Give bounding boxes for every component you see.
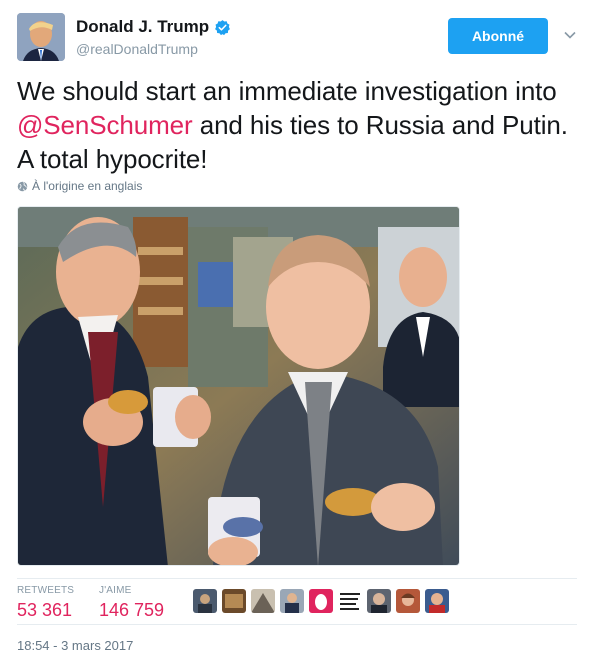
author-handle[interactable]: @realDonaldTrump [76,41,231,57]
divider [17,624,577,625]
follow-button[interactable]: Abonné [448,18,548,54]
translation-note[interactable]: À l'origine en anglais [17,179,142,193]
chevron-down-icon[interactable] [563,28,577,42]
tweet-text-part: We should start an immediate investigati… [17,76,557,106]
liker-avatar[interactable] [425,589,449,613]
author-avatar[interactable] [17,13,65,61]
retweets-stat[interactable]: RETWEETS 53 361 [17,585,74,621]
photo-image [18,207,459,565]
liker-avatar[interactable] [251,589,275,613]
likes-stat[interactable]: J'AIME 146 759 [99,585,164,621]
liker-avatar[interactable] [222,589,246,613]
liker-avatar[interactable] [338,589,362,613]
translation-note-text: À l'origine en anglais [32,179,143,193]
liker-avatars [193,589,454,613]
divider [17,578,577,579]
likes-label: J'AIME [99,585,132,596]
likes-count: 146 759 [99,600,165,620]
liker-avatar[interactable] [367,589,391,613]
tweet-timestamp[interactable]: 18:54 - 3 mars 2017 [17,638,133,653]
retweets-label: RETWEETS [17,585,75,596]
tweet-text: We should start an immediate investigati… [17,74,582,176]
liker-avatar[interactable] [396,589,420,613]
liker-avatar[interactable] [280,589,304,613]
author-names: Donald J. Trump @realDonaldTrump [76,17,231,57]
liker-avatar[interactable] [309,589,333,613]
tweet-photo[interactable] [17,206,460,566]
tweet-header: Donald J. Trump @realDonaldTrump Abonné [17,13,582,61]
globe-icon [17,181,28,191]
mention-link[interactable]: @SenSchumer [17,110,193,140]
retweets-count: 53 361 [17,600,73,620]
author-display-name[interactable]: Donald J. Trump [76,17,209,37]
liker-avatar[interactable] [193,589,217,613]
verified-badge-icon [215,19,231,35]
